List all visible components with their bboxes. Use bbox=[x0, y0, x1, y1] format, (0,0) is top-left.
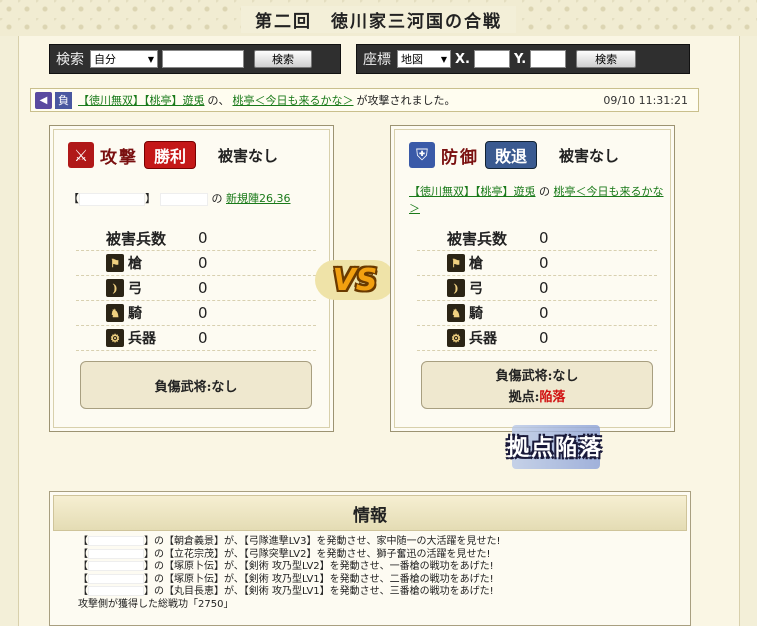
total-merit-line: 攻撃側が獲得した総戦功「2750」 bbox=[78, 598, 234, 610]
defender-info: 【徳川無双】【桃亭】遊兎 の 桃亭＜今日も来るかな＞ bbox=[409, 185, 664, 215]
map-select[interactable]: 地図 ▼ bbox=[397, 50, 451, 68]
base-status-line: 拠点:陥落 bbox=[508, 390, 566, 405]
notice-time: 09/10 11:31:21 bbox=[603, 93, 688, 107]
page-title: 第二回 徳川家三河国の合戦 bbox=[241, 6, 516, 33]
info-panel: 情報 【】の【朝倉義景】が、【弓隊進撃LV3】を発動させ、家中随一の大活躍を見せ… bbox=[49, 491, 691, 626]
vs-emblem: VS bbox=[315, 252, 395, 308]
role-label: 防御 bbox=[441, 147, 479, 168]
attack-report-icon: ◀ bbox=[35, 91, 52, 109]
coordinate-search-button[interactable]: 検索 bbox=[576, 50, 637, 68]
wounded-generals: 負傷武将:なし bbox=[495, 369, 579, 384]
base-fallen-status: 陥落 bbox=[539, 390, 566, 405]
coordinate-search-bar: 座標 地図 ▼ X. Y. 検索 bbox=[356, 44, 690, 74]
chevron-down-icon: ▼ bbox=[440, 54, 447, 64]
search-scope-select[interactable]: 自分 ▼ bbox=[90, 50, 158, 68]
search-input[interactable] bbox=[162, 50, 244, 68]
log-line: 【】の【立花宗茂】が、【弓隊突撃LV2】を発動させ、獅子奮迅の活躍を見せた! bbox=[78, 548, 491, 560]
log-line: 【】の【朝倉義景】が、【弓隊進撃LV3】を発動させ、家中随一の大活躍を見せた! bbox=[78, 536, 501, 547]
helmet-icon: ⛨ bbox=[409, 142, 435, 168]
siege-icon: ⚙ bbox=[106, 329, 124, 347]
siege-icon: ⚙ bbox=[447, 329, 465, 347]
redacted-name bbox=[88, 573, 144, 584]
defeat-badge: 敗退 bbox=[485, 141, 538, 169]
battle-notice: ◀ 負 【徳川無双】【桃亭】遊兎 の、 桃亭＜今日も来るかな＞ が攻撃されました… bbox=[30, 88, 699, 112]
attacker-location-link[interactable]: 新規陣26,36 bbox=[226, 192, 291, 205]
redacted-name bbox=[79, 192, 145, 206]
defender-wounded-box: 負傷武将:なし 拠点:陥落 bbox=[421, 361, 653, 409]
loss-row-horse: ♞ 騎 0 bbox=[417, 301, 657, 326]
horse-icon: ♞ bbox=[106, 304, 124, 322]
horse-icon: ♞ bbox=[447, 304, 465, 322]
defender-panel: ⛨ 防御 敗退 被害なし 【徳川無双】【桃亭】遊兎 の 桃亭＜今日も来るかな＞ … bbox=[390, 125, 675, 432]
loss-row-horse: ♞ 騎 0 bbox=[76, 301, 316, 326]
redacted-name bbox=[88, 548, 144, 559]
attacker-loss-table: 被害兵数 0 ⚑ 槍 0 ) 弓 0 ♞ 騎 0 ⚙ 兵器 0 bbox=[76, 226, 316, 351]
fallen-stamp-text: 拠点陥落 bbox=[506, 435, 603, 461]
chevron-down-icon: ▼ bbox=[147, 54, 154, 64]
bow-icon: ) bbox=[106, 279, 124, 297]
wounded-generals: 負傷武将:なし bbox=[154, 379, 238, 395]
loss-row-siege: ⚙ 兵器 0 bbox=[76, 326, 316, 351]
y-coordinate-input[interactable] bbox=[530, 50, 567, 68]
player-search-bar: 検索 自分 ▼ 検索 bbox=[49, 44, 341, 74]
spear-icon: ⚑ bbox=[447, 254, 465, 272]
damage-status: 被害なし bbox=[559, 146, 620, 165]
vs-text: VS bbox=[332, 262, 378, 298]
redacted-name bbox=[160, 192, 208, 206]
battle-log: 【】の【朝倉義景】が、【弓隊進撃LV3】を発動させ、家中随一の大活躍を見せた! … bbox=[50, 534, 690, 613]
redacted-name bbox=[88, 561, 144, 571]
loss-row-spear: ⚑ 槍 0 bbox=[76, 251, 316, 276]
loss-header-row: 被害兵数 0 bbox=[76, 226, 316, 251]
crossed-swords-icon: ⚔ bbox=[68, 142, 94, 168]
result-badge: 負 bbox=[55, 91, 72, 109]
attacker-wounded-box: 負傷武将:なし bbox=[80, 361, 312, 409]
role-label: 攻撃 bbox=[100, 147, 138, 168]
attacker-link[interactable]: 【徳川無双】【桃亭】遊兎 bbox=[78, 92, 205, 108]
defender-loss-table: 被害兵数 0 ⚑ 槍 0 ) 弓 0 ♞ 騎 0 ⚙ 兵器 0 bbox=[417, 226, 657, 351]
x-label: X. bbox=[455, 51, 470, 67]
defender-owner-link[interactable]: 【徳川無双】【桃亭】遊兎 bbox=[409, 185, 536, 198]
search-button[interactable]: 検索 bbox=[254, 50, 312, 68]
x-coordinate-input[interactable] bbox=[473, 50, 510, 68]
loss-row-bow: ) 弓 0 bbox=[417, 276, 657, 301]
log-line: 【】の【塚原卜伝】が、【剣術 攻乃型LV1】を発動させ、二番槍の戦功をあげた! bbox=[78, 573, 494, 585]
log-line: 【】の【塚原卜伝】が、【剣術 攻乃型LV2】を発動させ、一番槍の戦功をあげた! bbox=[78, 561, 494, 572]
damage-status: 被害なし bbox=[218, 146, 279, 165]
target-link[interactable]: 桃亭＜今日も来るかな＞ bbox=[233, 92, 354, 108]
redacted-name bbox=[88, 586, 144, 596]
loss-header-row: 被害兵数 0 bbox=[417, 226, 657, 251]
loss-row-bow: ) 弓 0 bbox=[76, 276, 316, 301]
spear-icon: ⚑ bbox=[106, 254, 124, 272]
attacker-info: 【】 の 新規陣26,36 bbox=[68, 192, 291, 206]
info-title: 情報 bbox=[53, 495, 687, 531]
log-line: 【】の【丸目長恵】が、【剣術 攻乃型LV1】を発動させ、三番槍の戦功をあげた! bbox=[78, 586, 494, 597]
title-bar: 第二回 徳川家三河国の合戦 bbox=[0, 0, 757, 36]
y-label: Y. bbox=[513, 51, 527, 67]
search-label: 検索 bbox=[56, 52, 84, 68]
loss-row-spear: ⚑ 槍 0 bbox=[417, 251, 657, 276]
base-fallen-stamp: 拠点陥落 bbox=[492, 423, 618, 469]
redacted-name bbox=[88, 536, 144, 546]
victory-badge: 勝利 bbox=[144, 141, 197, 169]
bow-icon: ) bbox=[447, 279, 465, 297]
coordinate-label: 座標 bbox=[363, 52, 391, 68]
attacker-panel: ⚔ 攻撃 勝利 被害なし 【】 の 新規陣26,36 被害兵数 0 ⚑ 槍 0 )… bbox=[49, 125, 334, 432]
loss-row-siege: ⚙ 兵器 0 bbox=[417, 326, 657, 351]
